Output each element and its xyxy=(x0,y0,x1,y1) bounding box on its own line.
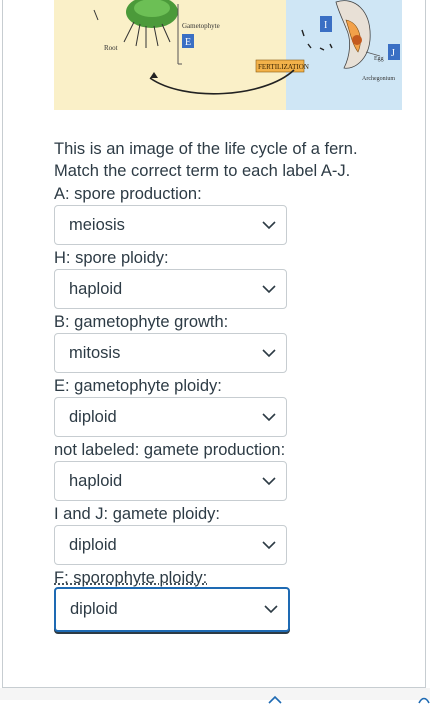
archegonium-label: Archegonium xyxy=(362,76,395,82)
selected-value: diploid xyxy=(69,536,252,555)
answer-select-gamete-production[interactable]: haploid xyxy=(54,461,287,501)
fern-life-cycle-diagram: Root Gametophyte E FERTILIZATION I Egg J… xyxy=(54,0,402,110)
selected-value: mitosis xyxy=(69,344,252,363)
item-label-not-labeled: not labeled: gamete production: xyxy=(54,439,285,461)
chevron-down-icon xyxy=(252,526,286,564)
fertilization-label: FERTILIZATION xyxy=(258,63,309,71)
item-label-i-and-j: I and J: gamete ploidy: xyxy=(54,503,220,525)
chevron-down-icon xyxy=(252,462,286,500)
question-text: This is an image of the life cycle of a … xyxy=(54,138,394,182)
answer-select-e[interactable]: diploid xyxy=(54,397,287,437)
chevron-down-icon xyxy=(252,398,286,436)
selected-value: diploid xyxy=(69,408,252,427)
chevron-down-icon xyxy=(254,589,288,630)
answer-select-a[interactable]: meiosis xyxy=(54,205,287,245)
item-label-e: E: gametophyte ploidy: xyxy=(54,375,222,397)
chevron-down-icon xyxy=(252,270,286,308)
answer-select-f[interactable]: diploid xyxy=(54,587,290,632)
item-label-b: B: gametophyte growth: xyxy=(54,311,228,333)
selected-value: meiosis xyxy=(69,216,252,235)
label-tag-i-text: I xyxy=(324,20,327,31)
chevron-up-icon[interactable] xyxy=(268,691,282,700)
selected-value: haploid xyxy=(69,280,252,299)
item-label-a: A: spore production: xyxy=(54,183,202,205)
answer-select-h[interactable]: haploid xyxy=(54,269,287,309)
chevron-down-icon xyxy=(252,334,286,372)
answer-select-b[interactable]: mitosis xyxy=(54,333,287,373)
selected-value: haploid xyxy=(69,472,252,491)
chevron-down-icon xyxy=(252,206,286,244)
root-label: Root xyxy=(104,44,118,52)
label-tag-j-text: J xyxy=(391,48,395,59)
item-label-f: F: sporophyte ploidy: xyxy=(54,567,207,589)
label-tag-e-text: E xyxy=(185,37,191,48)
scroll-indicator-icon xyxy=(418,691,430,700)
selected-value: diploid xyxy=(70,600,254,619)
bottom-toolbar xyxy=(0,688,430,700)
gametophyte-label: Gametophyte xyxy=(182,22,220,30)
item-label-h: H: spore ploidy: xyxy=(54,247,169,269)
egg-label: Egg xyxy=(374,56,384,62)
answer-select-i-and-j[interactable]: diploid xyxy=(54,525,287,565)
